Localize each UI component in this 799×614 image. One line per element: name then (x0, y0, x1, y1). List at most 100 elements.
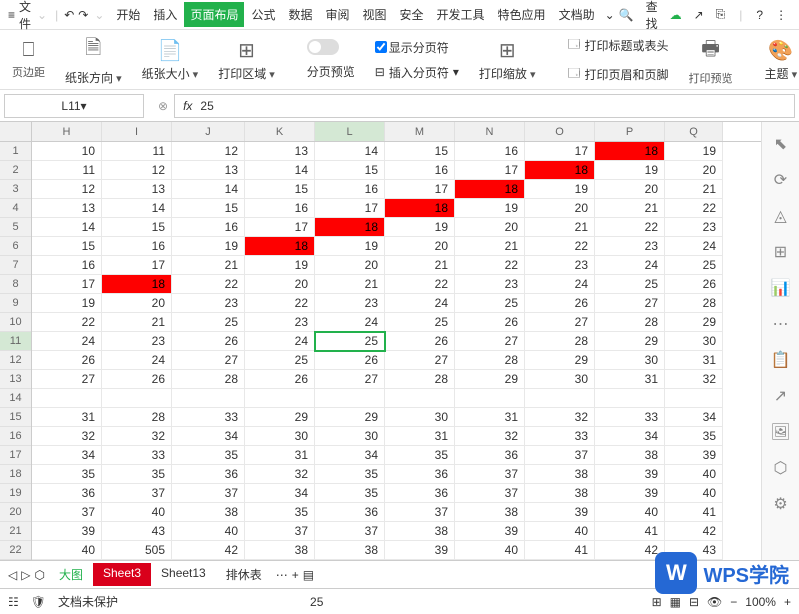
cell-I21[interactable]: 43 (102, 522, 172, 541)
cell-O1[interactable]: 17 (525, 142, 595, 161)
cell-M12[interactable]: 27 (385, 351, 455, 370)
cell-L9[interactable]: 23 (315, 294, 385, 313)
cell-M21[interactable]: 38 (385, 522, 455, 541)
image-icon[interactable]: 🖼 (770, 422, 790, 442)
row-header-8[interactable]: 8 (0, 275, 31, 294)
cell-P11[interactable]: 29 (595, 332, 665, 351)
menu-tab-4[interactable]: 数据 (282, 2, 318, 27)
cell-Q3[interactable]: 21 (665, 180, 723, 199)
cell-P17[interactable]: 38 (595, 446, 665, 465)
cell-P2[interactable]: 19 (595, 161, 665, 180)
cell-H12[interactable]: 26 (32, 351, 102, 370)
cell-J14[interactable] (172, 389, 245, 408)
search-icon[interactable]: 🔍 (619, 8, 634, 22)
cell-O15[interactable]: 32 (525, 408, 595, 427)
cell-M5[interactable]: 19 (385, 218, 455, 237)
cell-I10[interactable]: 21 (102, 313, 172, 332)
cell-O16[interactable]: 33 (525, 427, 595, 446)
cell-N6[interactable]: 21 (455, 237, 525, 256)
cell-P9[interactable]: 27 (595, 294, 665, 313)
col-header-J[interactable]: J (172, 122, 245, 141)
cell-K13[interactable]: 26 (245, 370, 315, 389)
cell-P3[interactable]: 20 (595, 180, 665, 199)
print-preview-button[interactable]: 🖶打印预览 (685, 34, 737, 86)
cell-J18[interactable]: 36 (172, 465, 245, 484)
menu-icon[interactable]: ≡ (8, 8, 15, 22)
cell-L15[interactable]: 29 (315, 408, 385, 427)
cursor-icon[interactable]: ⬉ (774, 134, 787, 154)
undo-icon[interactable]: ↶ (64, 8, 74, 22)
menu-tab-0[interactable]: 开始 (110, 2, 146, 27)
cell-O10[interactable]: 27 (525, 313, 595, 332)
cell-I8[interactable]: 18 (102, 275, 172, 294)
name-box[interactable]: L11 ▾ (4, 94, 144, 118)
menu-tab-6[interactable]: 视图 (357, 2, 393, 27)
sheet-add-icon[interactable]: + (292, 568, 299, 582)
cell-Q4[interactable]: 22 (665, 199, 723, 218)
cell-N8[interactable]: 23 (455, 275, 525, 294)
menu-tab-2[interactable]: 页面布局 (184, 2, 244, 27)
cell-M2[interactable]: 16 (385, 161, 455, 180)
cell-Q11[interactable]: 30 (665, 332, 723, 351)
cell-O14[interactable] (525, 389, 595, 408)
row-header-21[interactable]: 21 (0, 522, 31, 541)
cell-Q7[interactable]: 25 (665, 256, 723, 275)
cell-Q15[interactable]: 34 (665, 408, 723, 427)
cell-J7[interactable]: 21 (172, 256, 245, 275)
cell-L13[interactable]: 27 (315, 370, 385, 389)
view-normal-icon[interactable]: ⊞ (652, 595, 662, 609)
cell-Q21[interactable]: 42 (665, 522, 723, 541)
zoom-out-icon[interactable]: − (730, 595, 737, 609)
cell-I4[interactable]: 14 (102, 199, 172, 218)
cell-N16[interactable]: 32 (455, 427, 525, 446)
cell-J1[interactable]: 12 (172, 142, 245, 161)
menu-tab-7[interactable]: 安全 (394, 2, 430, 27)
cell-N7[interactable]: 22 (455, 256, 525, 275)
cell-Q17[interactable]: 39 (665, 446, 723, 465)
cell-M15[interactable]: 30 (385, 408, 455, 427)
cell-L5[interactable]: 18 (315, 218, 385, 237)
page-break-preview[interactable]: 分页预览 (303, 61, 359, 82)
row-header-20[interactable]: 20 (0, 503, 31, 522)
cell-J13[interactable]: 28 (172, 370, 245, 389)
cell-M17[interactable]: 35 (385, 446, 455, 465)
cell-K12[interactable]: 25 (245, 351, 315, 370)
formula-input[interactable]: 25 (200, 99, 213, 113)
print-hf-button[interactable]: 🗔 打印页眉和页脚 (564, 62, 673, 87)
cell-M19[interactable]: 36 (385, 484, 455, 503)
zoom-level[interactable]: 100% (745, 595, 776, 609)
cell-M18[interactable]: 36 (385, 465, 455, 484)
cell-M9[interactable]: 24 (385, 294, 455, 313)
cell-N2[interactable]: 17 (455, 161, 525, 180)
cell-M7[interactable]: 21 (385, 256, 455, 275)
cell-O3[interactable]: 19 (525, 180, 595, 199)
print-area-button[interactable]: ⊞打印区域 ▾ (214, 38, 279, 82)
status-menu-icon[interactable]: ☷ (8, 595, 19, 609)
cell-H2[interactable]: 11 (32, 161, 102, 180)
row-header-17[interactable]: 17 (0, 446, 31, 465)
cell-H8[interactable]: 17 (32, 275, 102, 294)
cell-N5[interactable]: 20 (455, 218, 525, 237)
row-header-1[interactable]: 1 (0, 142, 31, 161)
cell-M10[interactable]: 25 (385, 313, 455, 332)
cell-I11[interactable]: 23 (102, 332, 172, 351)
cell-I7[interactable]: 17 (102, 256, 172, 275)
cell-L17[interactable]: 34 (315, 446, 385, 465)
row-header-18[interactable]: 18 (0, 465, 31, 484)
page-break-toggle[interactable] (303, 37, 359, 57)
tabs-more-icon[interactable]: ⌄ (605, 8, 615, 22)
cell-I6[interactable]: 16 (102, 237, 172, 256)
cell-H20[interactable]: 37 (32, 503, 102, 522)
cell-Q2[interactable]: 20 (665, 161, 723, 180)
cell-O21[interactable]: 40 (525, 522, 595, 541)
cloud-icon[interactable]: ☁ (670, 8, 682, 22)
cell-N15[interactable]: 31 (455, 408, 525, 427)
cell-L8[interactable]: 21 (315, 275, 385, 294)
cell-Q19[interactable]: 40 (665, 484, 723, 503)
orientation-button[interactable]: 🗎纸张方向 ▾ (61, 33, 126, 86)
cell-N1[interactable]: 16 (455, 142, 525, 161)
cell-P1[interactable]: 18 (595, 142, 665, 161)
cell-O22[interactable]: 41 (525, 541, 595, 560)
cell-L10[interactable]: 24 (315, 313, 385, 332)
row-header-9[interactable]: 9 (0, 294, 31, 313)
